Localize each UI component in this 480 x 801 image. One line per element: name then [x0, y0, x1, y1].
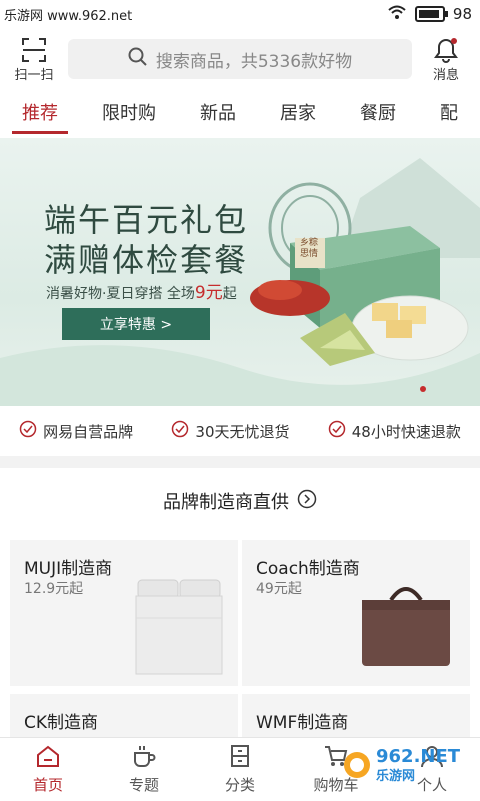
status-left-text: 乐游网 www.962.net	[4, 8, 133, 24]
check-circle-icon	[171, 420, 189, 442]
battery-level: 98	[452, 5, 472, 23]
brand-card-price: 12.9元起	[24, 581, 84, 597]
tab-accessories[interactable]: 配	[418, 90, 480, 138]
search-input[interactable]: 搜索商品，共5336款好物	[68, 39, 412, 79]
scan-icon	[21, 36, 47, 64]
banner-sub-price: 9元	[194, 283, 223, 303]
nav-categories[interactable]: 分类	[195, 744, 285, 795]
banner-line-1: 端午百元礼包	[44, 201, 249, 239]
nav-topics-label: 专题	[128, 776, 159, 794]
banner-sub-text: 消暑好物·夏日穿搭 全场	[46, 286, 195, 302]
category-tabs: 推荐 限时购 新品 居家 餐厨 配	[0, 90, 480, 139]
brand-card-title: Coach制造商	[256, 559, 360, 579]
carousel-indicator	[420, 386, 426, 392]
brand-card-title: MUJI制造商	[24, 559, 113, 579]
tab-recommend[interactable]: 推荐	[0, 90, 80, 138]
brand-card-muji[interactable]: MUJI制造商 12.9元起	[10, 540, 238, 686]
coffee-cup-icon	[131, 744, 157, 772]
status-icons: 98	[387, 4, 480, 24]
tab-kitchen[interactable]: 餐厨	[338, 90, 418, 138]
messages-button[interactable]: 消息	[412, 36, 480, 83]
scan-label: 扫一扫	[14, 67, 54, 83]
scan-button[interactable]: 扫一扫	[0, 36, 68, 83]
battery-icon	[414, 6, 448, 22]
section-title: 品牌制造商直供	[163, 492, 289, 513]
check-circle-icon	[19, 420, 37, 442]
bell-icon	[434, 36, 458, 64]
brand-supplier-section: 品牌制造商直供 MUJI制造商 12.9元起 Coach制造商 49元起 CK制…	[0, 468, 480, 738]
home-icon	[35, 744, 61, 772]
wifi-icon	[387, 4, 407, 24]
tab-home[interactable]: 居家	[258, 90, 338, 138]
cabinet-icon	[227, 744, 253, 772]
site-watermark: 962.NET 乐游网	[342, 745, 474, 789]
nav-home[interactable]: 首页	[3, 744, 93, 795]
handbag-image	[362, 587, 450, 666]
promo-banner[interactable]: 端午百元礼包 满赠体检套餐 消暑好物·夏日穿搭 全场9元起 立享特惠 > 乡粽 …	[0, 138, 480, 406]
nav-categories-label: 分类	[224, 776, 255, 794]
search-placeholder: 搜索商品，共5336款好物	[155, 51, 353, 72]
brand-card-ck[interactable]: CK制造商	[10, 694, 238, 738]
brand-card-title: CK制造商	[24, 713, 99, 733]
promise-label: 网易自营品牌	[43, 422, 134, 441]
promise-item: 30天无忧退货	[171, 420, 290, 442]
header: 扫一扫 搜索商品，共5336款好物 消息	[0, 28, 480, 90]
banner-line-2: 满赠体检套餐	[44, 241, 249, 279]
status-bar: 乐游网 www.962.net 98	[0, 0, 480, 28]
search-icon	[128, 47, 148, 72]
section-header[interactable]: 品牌制造商直供	[0, 488, 480, 514]
banner-headline: 端午百元礼包 满赠体检套餐	[44, 200, 248, 280]
banner-sub-suffix: 起	[222, 286, 237, 302]
chevron-right-circle-icon	[297, 489, 317, 514]
brand-card-wmf[interactable]: WMF制造商	[242, 694, 470, 738]
brand-card-title: WMF制造商	[256, 713, 349, 733]
promise-item: 48小时快速退款	[328, 420, 461, 442]
banner-cta-button[interactable]: 立享特惠 >	[62, 308, 210, 340]
promise-label: 30天无忧退货	[195, 422, 290, 441]
watermark-logo-icon	[342, 750, 372, 785]
brand-card-coach[interactable]: Coach制造商 49元起	[242, 540, 470, 686]
tab-flash-sale[interactable]: 限时购	[80, 90, 178, 138]
check-circle-icon	[328, 420, 346, 442]
tab-new[interactable]: 新品	[178, 90, 258, 138]
nav-topics[interactable]: 专题	[99, 744, 189, 795]
banner-box-label: 乡粽 思情	[300, 238, 319, 259]
brand-card-price: 49元起	[256, 581, 302, 597]
promise-label: 48小时快速退款	[351, 422, 461, 441]
messages-label: 消息	[432, 67, 459, 83]
watermark-sub: 乐游网	[376, 769, 416, 784]
bedding-image	[135, 579, 223, 675]
service-promises: 网易自营品牌 30天无忧退货 48小时快速退款	[0, 406, 480, 456]
banner-subtitle: 消暑好物·夏日穿搭 全场9元起	[46, 278, 237, 303]
watermark-text: 962.NET	[376, 746, 461, 767]
promise-item: 网易自营品牌	[19, 420, 133, 442]
watermark-text-group: 962.NET 乐游网	[376, 747, 460, 787]
nav-home-label: 首页	[32, 776, 63, 794]
